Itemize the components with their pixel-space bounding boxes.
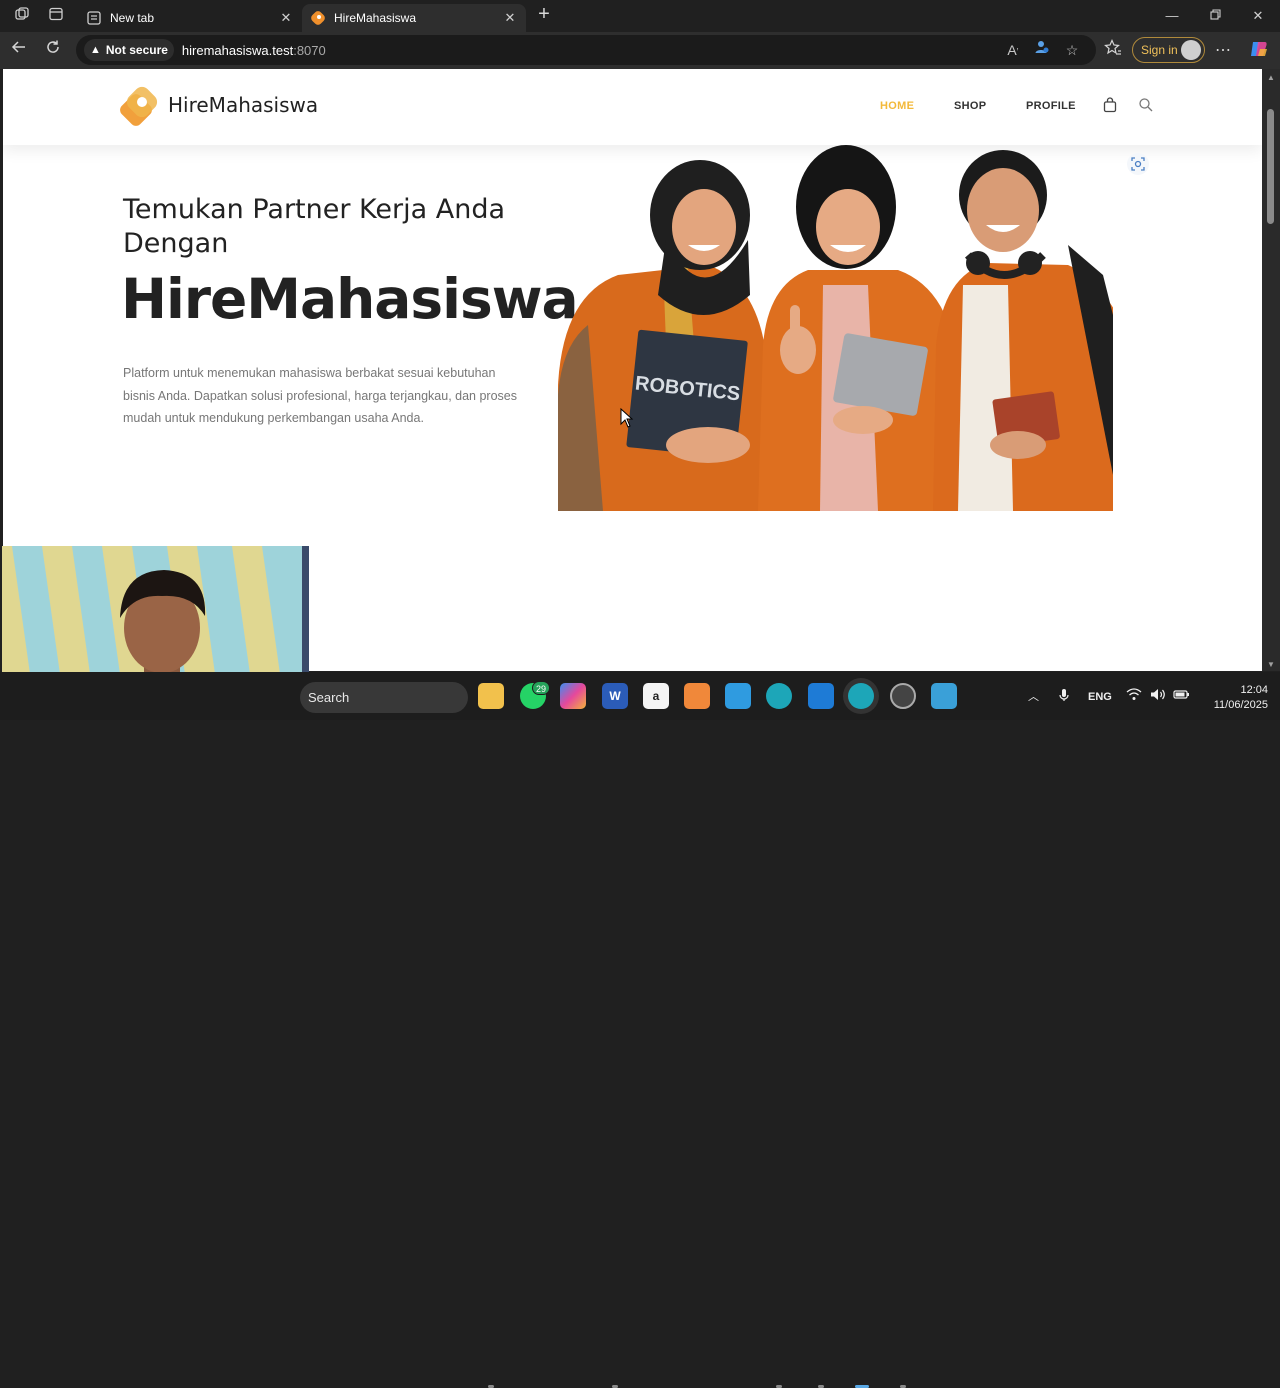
file-explorer-icon[interactable] — [478, 683, 504, 709]
avatar-icon — [1181, 40, 1201, 60]
restore-icon[interactable] — [1204, 6, 1226, 26]
hero-students-image: ROBOTICS — [558, 145, 1113, 511]
close-window-icon[interactable]: ✕ — [1247, 6, 1269, 26]
search-icon[interactable] — [1138, 97, 1154, 113]
security-indicator[interactable]: ▲ Not secure — [84, 39, 174, 61]
brand-name[interactable]: HireMahasiswa — [168, 93, 318, 117]
brand-logo-icon[interactable] — [113, 83, 161, 131]
warning-triangle-icon: ▲ — [90, 44, 101, 56]
scroll-thumb[interactable] — [1267, 109, 1274, 224]
copilot-app-icon[interactable] — [560, 683, 586, 709]
minimize-icon[interactable]: — — [1161, 6, 1183, 26]
hero-subtitle: Temukan Partner Kerja Anda Dengan — [123, 194, 506, 259]
hero-title: HireMahasiswa — [121, 267, 579, 331]
favorite-star-icon[interactable]: ☆ — [1060, 38, 1084, 62]
edge-icon[interactable] — [766, 683, 792, 709]
close-tab-icon[interactable]: ✕ — [502, 10, 518, 26]
browser-tab-bar: New tab ✕ HireMahasiswa ✕ + — ✕ — [0, 0, 1280, 32]
whatsapp-badge: 29 — [532, 681, 551, 695]
search-placeholder: Search — [308, 690, 350, 705]
scroll-down-icon[interactable]: ▼ — [1266, 660, 1276, 669]
url-port: :8070 — [293, 42, 326, 58]
favorites-icon[interactable] — [1101, 39, 1125, 63]
workspaces-icon[interactable] — [12, 6, 32, 26]
nav-shop[interactable]: SHOP — [954, 100, 986, 112]
hero-description: Platform untuk menemukan mahasiswa berba… — [123, 366, 518, 426]
url-text[interactable]: hiremahasiswa.test:8070 — [182, 43, 326, 58]
address-bar[interactable]: ▲ Not secure hiremahasiswa.test:8070 Aʼ … — [76, 35, 1096, 65]
sign-in-label: Sign in — [1141, 43, 1178, 57]
battery-icon[interactable] — [1173, 688, 1190, 704]
obs-icon[interactable] — [890, 683, 916, 709]
nav-profile[interactable]: PROFILE — [1026, 100, 1076, 112]
profile-shield-icon[interactable] — [1030, 38, 1054, 62]
language-indicator[interactable]: ENG — [1088, 691, 1112, 703]
xampp-icon[interactable] — [684, 683, 710, 709]
close-tab-icon[interactable]: ✕ — [278, 10, 294, 26]
copilot-icon[interactable] — [1247, 39, 1271, 63]
visual-search-icon[interactable] — [1127, 153, 1149, 175]
security-label: Not secure — [105, 43, 168, 57]
sign-in-button[interactable]: Sign in — [1132, 37, 1205, 63]
site-favicon-icon — [311, 11, 325, 25]
site-header: HireMahasiswa HOME SHOP PROFILE — [3, 69, 1262, 145]
word-icon[interactable]: W — [602, 683, 628, 709]
shopping-bag-icon[interactable] — [1102, 97, 1118, 113]
tab-hiremahasiswa[interactable]: HireMahasiswa ✕ — [302, 4, 526, 32]
read-aloud-icon[interactable]: Aʼ — [1001, 38, 1025, 62]
clock-date: 11/06/2025 — [1213, 699, 1268, 711]
tab-label: New tab — [110, 11, 155, 25]
new-tab-page-icon — [87, 11, 101, 25]
edge-active-icon[interactable] — [848, 683, 874, 709]
vscode-icon[interactable] — [808, 683, 834, 709]
browser-toolbar: ▲ Not secure hiremahasiswa.test:8070 Aʼ … — [0, 32, 1280, 69]
refresh-icon[interactable] — [41, 39, 65, 63]
taskbar-clock[interactable]: 12:04 11/06/2025 — [1200, 683, 1268, 713]
nav-home[interactable]: HOME — [880, 100, 914, 112]
taskbar-search[interactable]: Search — [300, 682, 468, 713]
mouse-cursor-icon — [620, 408, 634, 428]
scroll-up-icon[interactable]: ▲ — [1266, 73, 1276, 82]
tab-new-tab[interactable]: New tab ✕ — [78, 4, 302, 32]
clock-time: 12:04 — [1240, 684, 1268, 696]
photos-icon[interactable] — [931, 683, 957, 709]
microsoft-store-icon[interactable] — [725, 683, 751, 709]
page-scrollbar[interactable]: ▲ ▼ — [1262, 69, 1280, 671]
show-hidden-icons-icon[interactable]: ︿ — [1028, 688, 1039, 704]
back-arrow-icon[interactable] — [7, 39, 31, 63]
microphone-icon[interactable] — [1058, 688, 1070, 705]
tab-label: HireMahasiswa — [334, 11, 417, 25]
wifi-icon[interactable] — [1126, 688, 1142, 704]
tab-actions-icon[interactable] — [46, 6, 66, 26]
volume-icon[interactable] — [1150, 688, 1166, 704]
new-tab-button[interactable]: + — [533, 4, 555, 26]
more-options-icon[interactable]: ⋯ — [1211, 39, 1235, 63]
url-host: hiremahasiswa.test — [181, 42, 294, 58]
amazon-icon[interactable]: a — [643, 683, 669, 709]
